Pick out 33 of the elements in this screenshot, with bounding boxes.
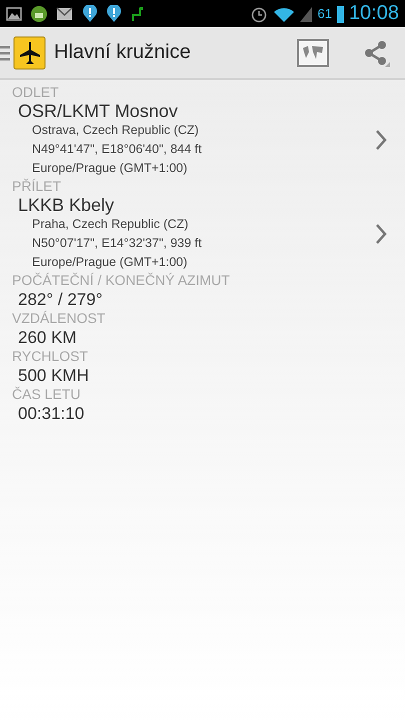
- alert-pin-icon: [82, 4, 98, 22]
- battery-level: 61: [317, 6, 332, 21]
- section-value: 260 KM: [18, 327, 78, 348]
- airport-detail: Praha, Czech Republic (CZ): [32, 216, 190, 233]
- wifi-icon: [273, 6, 296, 22]
- battery-icon: [336, 4, 344, 22]
- airport-name: OSR/LKMT Mosnov: [18, 101, 179, 121]
- mail-icon: [56, 6, 74, 22]
- section-value: 282° / 279°: [18, 289, 104, 310]
- section-label: RYCHLOST: [12, 348, 89, 365]
- chevron-icon: [375, 222, 387, 244]
- signal-icon: [300, 6, 312, 22]
- section-label: PŘÍLET: [12, 178, 62, 195]
- app-icon[interactable]: [0, 34, 46, 72]
- airport-detail: Europe/Prague (GMT+1:00): [32, 160, 188, 177]
- section-label: POČÁTEČNÍ / KONEČNÝ AZIMUT: [12, 272, 231, 289]
- airport-name: LKKB Kbely: [18, 195, 116, 215]
- section-label: ODLET: [12, 84, 60, 101]
- clock: 10:08: [348, 2, 399, 25]
- airport-detail: Ostrava, Czech Republic (CZ): [32, 122, 200, 139]
- chevron-icon: [375, 128, 387, 150]
- airport-detail: N50°07'17", E14°32'37", 939 ft: [32, 235, 203, 252]
- section-value: 00:31:10: [18, 403, 86, 424]
- airport-detail: Europe/Prague (GMT+1:00): [32, 254, 188, 271]
- airport-row[interactable]: OSR/LKMT Mosnov Ostrava, Czech Republic (CZ) N49°41'47", E18°06'40", 844 ft Europe/Prague (GMT+1:00): [12, 101, 405, 178]
- airport-row[interactable]: LKKB Kbely Praha, Czech Republic (CZ) N50°07'17", E14°32'37", 939 ft Europe/Prague (GMT+1:00): [12, 195, 405, 272]
- picture-icon: [6, 6, 22, 20]
- airport-detail: N49°41'47", E18°06'40", 844 ft: [32, 141, 203, 158]
- section-value: 500 KMH: [18, 365, 90, 386]
- screen-title: Hlavní kružnice: [54, 41, 191, 64]
- section-label: VZDÁLENOST: [12, 310, 106, 327]
- alert-pin-icon: [106, 4, 122, 22]
- section-label: ČAS LETU: [12, 386, 82, 403]
